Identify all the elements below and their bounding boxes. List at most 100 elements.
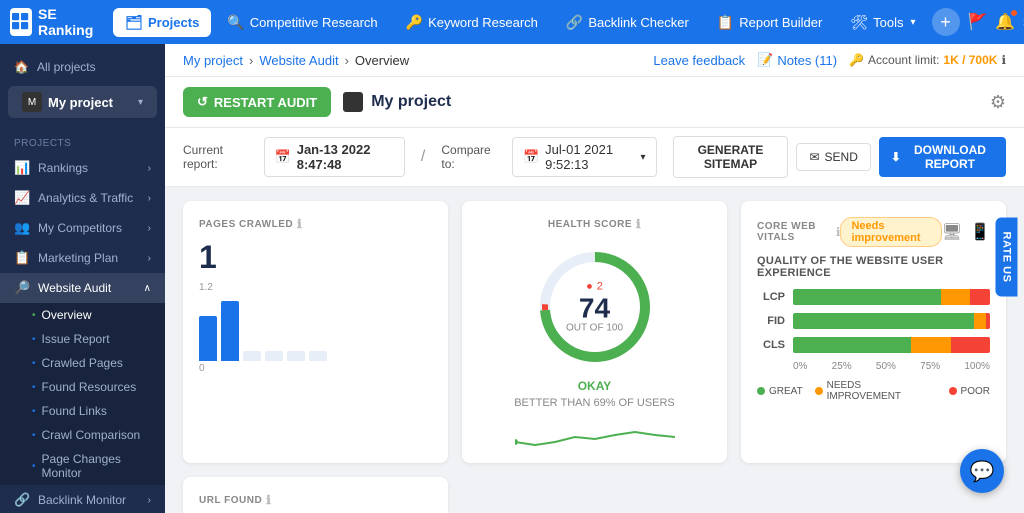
projects-tab-label: Projects [148,15,199,30]
health-dot-icon: ● [586,281,593,293]
url-found-info-icon: ℹ [266,493,271,507]
dashboard-grid: PAGES CRAWLED ℹ 1 1.2 [165,187,1024,513]
all-projects-link[interactable]: 🏠 All projects [0,52,165,82]
report-actions: GENERATE SITEMAP ✉ SEND ⬇ DOWNLOAD REPOR… [673,136,1007,178]
cls-green-seg [793,337,911,353]
project-icon: M [22,92,42,112]
home-icon: 🏠 [14,60,29,74]
breadcrumb: My project › Website Audit › Overview [183,53,409,68]
sidebar-item-competitors[interactable]: 👥 My Competitors › [0,213,165,243]
all-projects-label: All projects [37,60,96,74]
sidebar-sub-page-changes[interactable]: Page Changes Monitor [0,447,165,485]
add-button[interactable]: + [932,8,960,36]
analytics-arrow-icon: › [148,193,151,204]
axis-25: 25% [832,361,852,372]
cwv-legend: GREAT NEEDS IMPROVEMENT POOR [757,380,990,402]
chat-button[interactable]: 💬 [960,449,1004,493]
restart-audit-button[interactable]: ↺ RESTART AUDIT [183,87,331,117]
send-button[interactable]: ✉ SEND [796,143,870,171]
breadcrumb-overview: Overview [355,53,409,68]
chat-icon: 💬 [970,459,995,484]
sidebar-sub-issue-report[interactable]: Issue Report [0,327,165,351]
sidebar-item-backlink-monitor[interactable]: 🔗 Backlink Monitor › [0,485,165,513]
report-separator: / [421,148,425,166]
limit-info-icon: ℹ [1001,53,1006,67]
send-label: SEND [825,150,858,164]
send-email-icon: ✉ [809,150,819,164]
sidebar-item-marketing[interactable]: 📋 Marketing Plan › [0,243,165,273]
breadcrumb-my-project[interactable]: My project [183,53,243,68]
project-selector[interactable]: M My project ▾ [8,86,157,118]
brand-logo[interactable]: SE Ranking [10,6,99,38]
health-score-title: HEALTH SCORE ℹ [548,217,641,231]
compare-date-selector[interactable]: 📅 Jul-01 2021 9:52:13 ▾ [512,137,657,177]
generate-sitemap-button[interactable]: GENERATE SITEMAP [673,136,789,178]
keyword-research-icon: 🔑 [406,14,423,31]
analytics-icon: 📈 [14,190,30,206]
flag-icon[interactable]: 🚩 [968,12,988,32]
nav-tab-report-builder[interactable]: 📋 Report Builder [705,8,835,37]
legend-great: GREAT [757,380,803,402]
sidebar-rankings-label: Rankings [38,161,88,175]
competitors-icon: 👥 [14,220,30,236]
bar-6 [309,351,327,361]
settings-button[interactable]: ⚙ [990,92,1006,113]
axis-100: 100% [964,361,990,372]
notes-icon: 📝 [757,52,773,68]
marketing-arrow-icon: › [148,253,151,264]
sidebar-item-website-audit[interactable]: 🔎 Website Audit ∧ [0,273,165,303]
calendar-icon: 📅 [275,149,291,165]
breadcrumb-website-audit[interactable]: Website Audit [259,53,338,68]
sidebar-sub-crawl-comparison[interactable]: Crawl Comparison [0,423,165,447]
device-icons: 🖥 📱 [942,222,990,242]
core-web-vitals-card: CORE WEB VITALS ℹ Needs improvement 🖥 📱 … [741,201,1006,463]
leave-feedback-link[interactable]: Leave feedback [653,53,745,68]
notes-link[interactable]: 📝 Notes (11) [757,52,837,68]
report-row: Current report: 📅 Jan-13 2022 8:47:48 / … [165,128,1024,187]
download-icon: ⬇ [891,150,901,164]
current-report-label: Current report: [183,143,248,171]
cwv-axis: 0% 25% 50% 75% 100% [757,361,990,372]
legend-needs-dot [815,387,823,395]
bar-3 [243,351,261,361]
pages-crawled-bar-chart [199,301,432,361]
desktop-icon[interactable]: 🖥 [942,222,962,242]
compare-label: Compare to: [441,143,496,171]
cls-label: CLS [757,339,785,351]
nav-tab-competitive-research[interactable]: 🔍 Competitive Research [215,8,389,37]
sidebar-analytics-label: Analytics & Traffic [38,191,133,205]
sidebar-sub-found-links[interactable]: Found Links [0,399,165,423]
sidebar-marketing-label: Marketing Plan [38,251,118,265]
sidebar-sub-found-resources[interactable]: Found Resources [0,375,165,399]
cwv-title: CORE WEB VITALS [757,221,830,243]
backlink-monitor-icon: 🔗 [14,492,30,508]
legend-poor-label: POOR [961,386,990,397]
account-limit: 🔑 Account limit: 1K / 700K ℹ [849,53,1006,67]
breadcrumb-bar: My project › Website Audit › Overview Le… [165,44,1024,77]
sidebar-item-analytics[interactable]: 📈 Analytics & Traffic › [0,183,165,213]
fid-label: FID [757,315,785,327]
download-report-button[interactable]: ⬇ DOWNLOAD REPORT [879,137,1006,177]
nav-tab-tools[interactable]: 🛠 Tools ▾ [838,8,927,37]
y-min-label: 0 [199,363,205,374]
mobile-icon[interactable]: 📱 [970,222,990,242]
cwv-cls-row: CLS [757,337,990,353]
cls-red-seg [951,337,990,353]
lcp-label: LCP [757,291,785,303]
sidebar-item-rankings[interactable]: 📊 Rankings › [0,153,165,183]
fid-bar [793,313,990,329]
crawl-comparison-label: Crawl Comparison [42,428,141,442]
legend-needs-improvement: NEEDS IMPROVEMENT [815,380,937,402]
nav-tab-backlink-checker[interactable]: 🔗 Backlink Checker [554,8,701,37]
nav-tab-projects[interactable]: 🗂 Projects [113,8,211,37]
compare-chevron-icon: ▾ [640,152,645,163]
cwv-fid-row: FID [757,313,990,329]
nav-tab-keyword-research[interactable]: 🔑 Keyword Research [394,8,550,37]
rate-us-tab[interactable]: RATE US [996,217,1018,296]
notifications-icon[interactable]: 🔔 [995,12,1015,32]
bar-2 [221,301,239,361]
legend-great-dot [757,387,765,395]
sidebar-sub-crawled-pages[interactable]: Crawled Pages [0,351,165,375]
sidebar-sub-overview[interactable]: Overview [0,303,165,327]
notes-label: Notes (11) [777,53,837,68]
